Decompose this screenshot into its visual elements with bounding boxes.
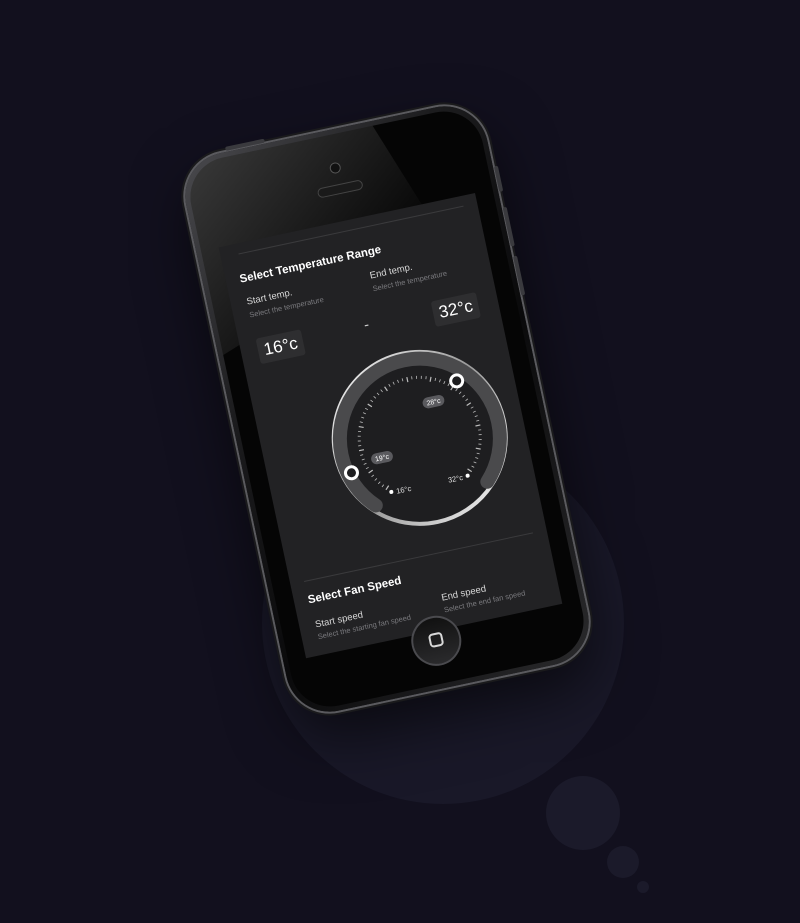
range-separator: -: [362, 316, 371, 334]
volume-up-button: [502, 206, 515, 247]
background-circle-small: [607, 846, 639, 878]
fan-speed-section-title: Select Fan Speed: [306, 574, 403, 607]
phone-face: Select Temperature Range Start temp. Sel…: [183, 104, 591, 714]
background-circle-medium: [546, 776, 620, 850]
app-screen: Select Temperature Range Start temp. Sel…: [218, 192, 563, 659]
low-temp-handle[interactable]: [343, 465, 359, 481]
volume-down-button: [513, 255, 526, 296]
temperature-dial[interactable]: 19°c 28°c 16°c 32°c: [308, 325, 531, 550]
front-camera: [328, 161, 342, 175]
temperature-section-title: Select Temperature Range: [238, 243, 383, 286]
earpiece-speaker: [316, 179, 364, 199]
phone-device: Select Temperature Range Start temp. Sel…: [177, 98, 597, 720]
home-button-icon: [427, 631, 445, 649]
mute-switch: [493, 165, 504, 192]
background-circle-tiny: [637, 881, 649, 893]
top-divider: [238, 205, 464, 255]
end-temp-value[interactable]: 32°c: [430, 291, 482, 328]
start-temp-value[interactable]: 16°c: [255, 329, 307, 365]
section-divider: [303, 532, 534, 583]
high-temp-handle[interactable]: [449, 373, 465, 389]
dial-outer-ring: [331, 349, 508, 526]
